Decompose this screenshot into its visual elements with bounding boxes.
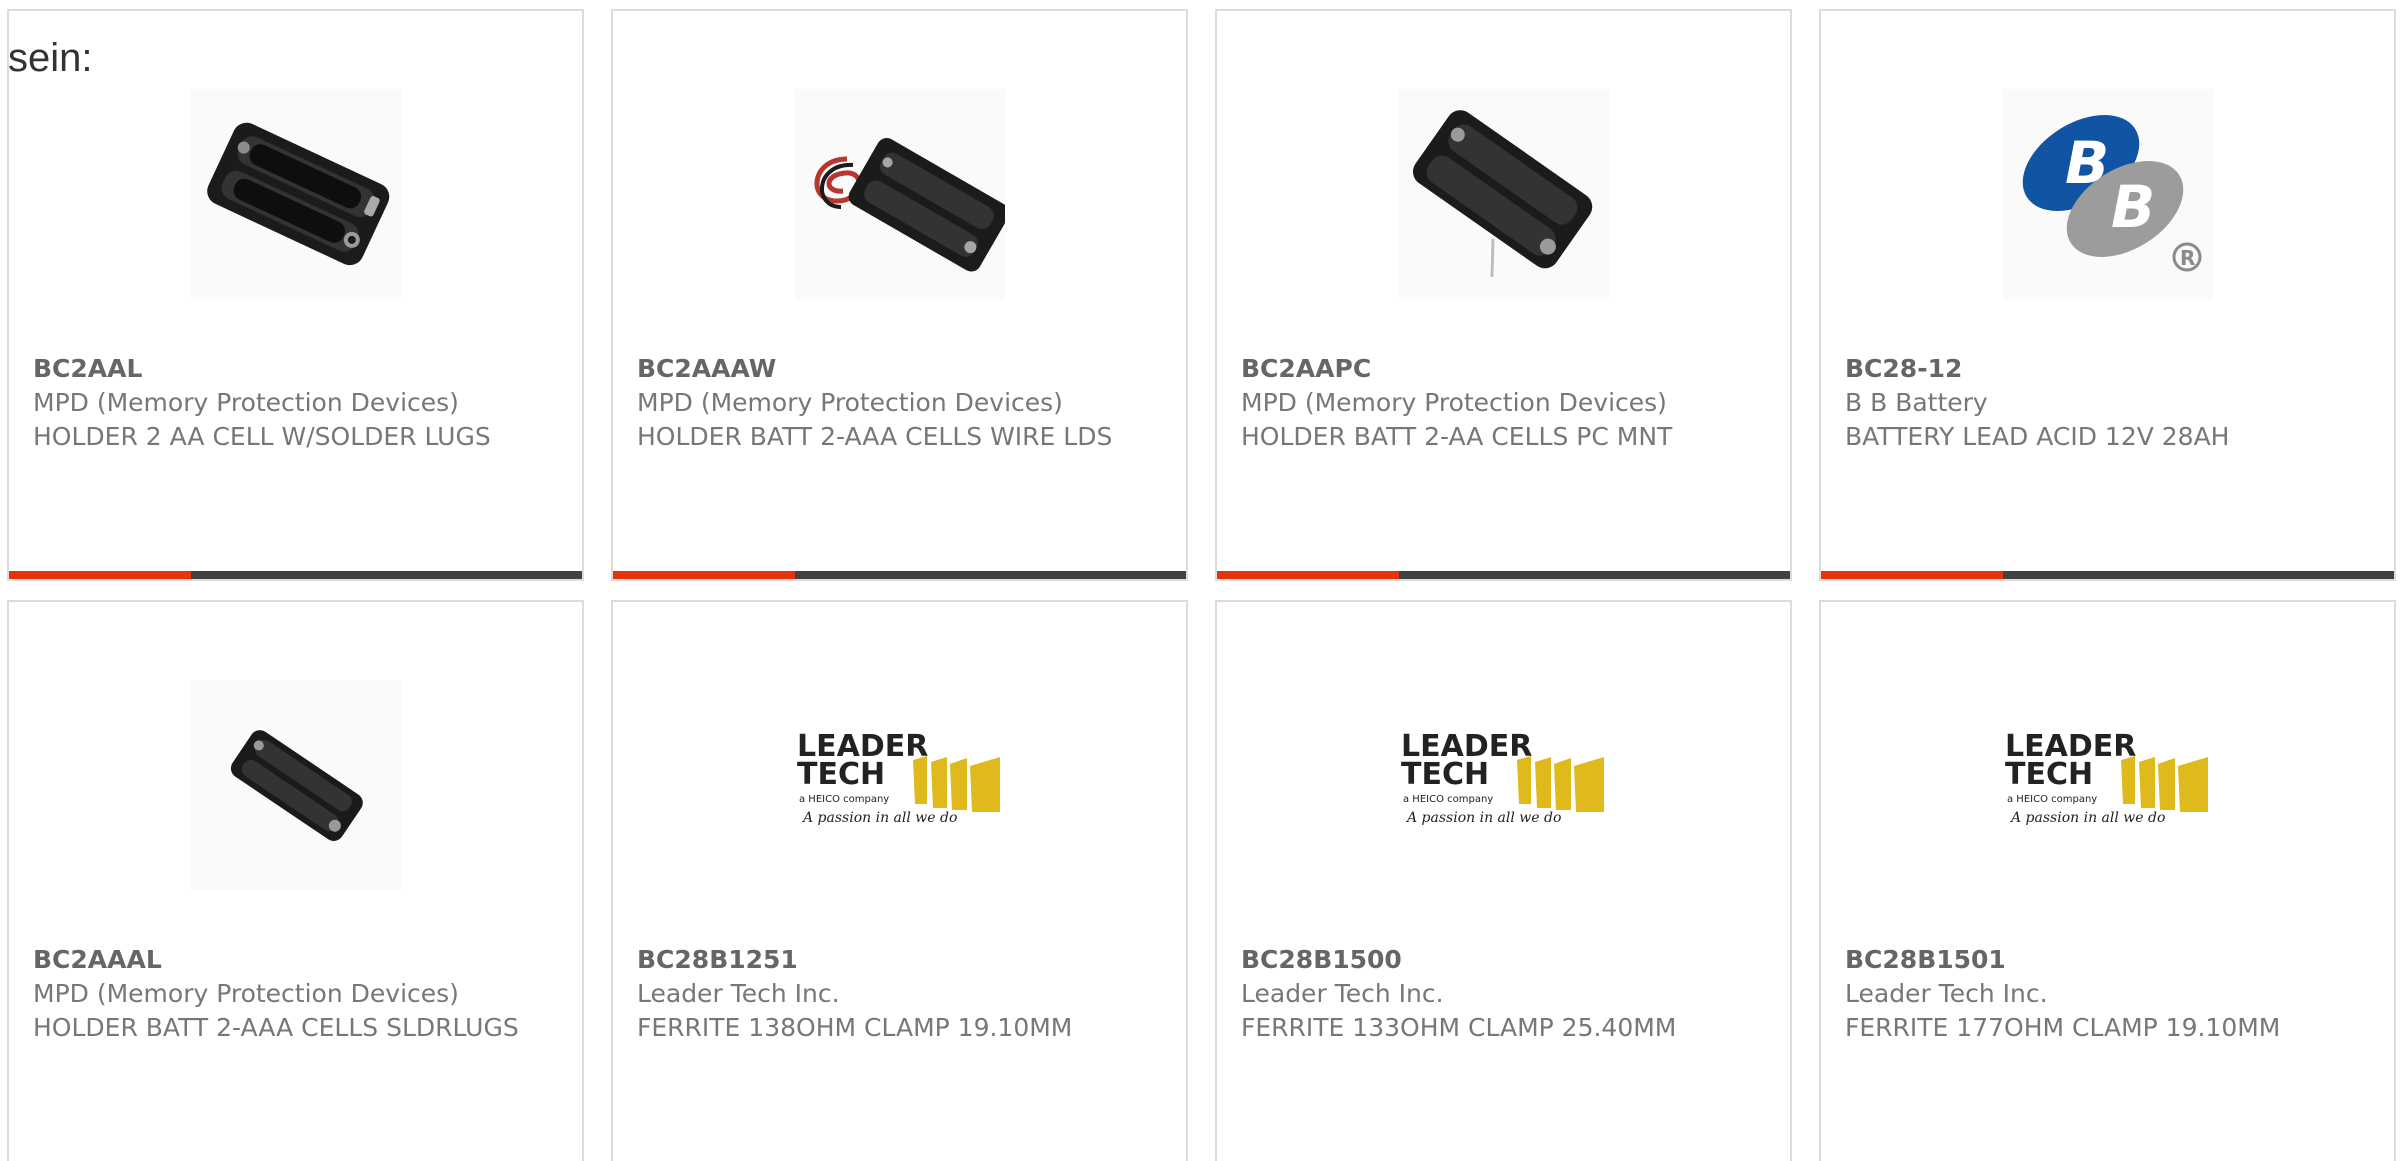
description: FERRITE 177OHM CLAMP 19.10MM	[1845, 1013, 2281, 1042]
card-bar	[1217, 571, 1790, 579]
manufacturer: MPD (Memory Protection Devices)	[637, 388, 1063, 417]
leader-tech-logo[interactable]: LEADER TECH a HEICO company A passion in…	[1399, 680, 1609, 890]
part-number-link[interactable]: BC28B1501	[1845, 943, 2365, 977]
svg-text:a HEICO company: a HEICO company	[799, 794, 889, 805]
product-card[interactable]: LEADER TECH a HEICO company A passion in…	[611, 600, 1188, 1161]
card-bar-accent	[1217, 571, 1399, 579]
battery-holder-2aa-icon[interactable]	[191, 89, 401, 299]
manufacturer: MPD (Memory Protection Devices)	[33, 979, 459, 1008]
svg-text:TECH: TECH	[2005, 757, 2093, 792]
battery-holder-wire-leads-icon[interactable]	[795, 89, 1005, 299]
product-card[interactable]: LEADER TECH a HEICO company A passion in…	[1215, 600, 1792, 1161]
svg-text:a HEICO company: a HEICO company	[2007, 794, 2097, 805]
card-bar-accent	[1821, 571, 2003, 579]
part-number-link[interactable]: BC28B1251	[637, 943, 1157, 977]
product-card[interactable]: LEADER TECH a HEICO company A passion in…	[1819, 600, 2396, 1161]
svg-text:a HEICO company: a HEICO company	[1403, 794, 1493, 805]
description: HOLDER BATT 2-AAA CELLS WIRE LDS	[637, 422, 1113, 451]
manufacturer: Leader Tech Inc.	[1845, 979, 2048, 1008]
description: BATTERY LEAD ACID 12V 28AH	[1845, 422, 2230, 451]
card-bar	[9, 571, 582, 579]
part-number-link[interactable]: BC2AAAL	[33, 943, 553, 977]
description: HOLDER BATT 2-AA CELLS PC MNT	[1241, 422, 1673, 451]
product-card[interactable]: BC2AAAL MPD (Memory Protection Devices) …	[7, 600, 584, 1161]
leader-tech-logo[interactable]: LEADER TECH a HEICO company A passion in…	[2003, 680, 2213, 890]
description: HOLDER 2 AA CELL W/SOLDER LUGS	[33, 422, 491, 451]
card-bar	[613, 571, 1186, 579]
product-card[interactable]: BC2AAAW MPD (Memory Protection Devices) …	[611, 9, 1188, 581]
part-number-link[interactable]: BC2AAL	[33, 352, 553, 386]
part-number-link[interactable]: BC2AAPC	[1241, 352, 1761, 386]
leader-tech-logo[interactable]: LEADER TECH a HEICO company A passion in…	[795, 680, 1005, 890]
card-bar-accent	[613, 571, 795, 579]
battery-holder-pc-mount-icon[interactable]	[1399, 89, 1609, 299]
svg-text:TECH: TECH	[1401, 757, 1489, 792]
battery-holder-2aaa-icon[interactable]	[191, 680, 401, 890]
card-bar-accent	[9, 571, 191, 579]
manufacturer: Leader Tech Inc.	[637, 979, 840, 1008]
svg-text:A passion in all we do: A passion in all we do	[1405, 810, 1561, 826]
description: FERRITE 133OHM CLAMP 25.40MM	[1241, 1013, 1677, 1042]
svg-text:B: B	[2065, 129, 2109, 197]
manufacturer: MPD (Memory Protection Devices)	[33, 388, 459, 417]
description: HOLDER BATT 2-AAA CELLS SLDRLUGS	[33, 1013, 519, 1042]
part-number-link[interactable]: BC28B1500	[1241, 943, 1761, 977]
manufacturer: B B Battery	[1845, 388, 1988, 417]
lead-text: sein:	[8, 36, 93, 80]
svg-text:A passion in all we do: A passion in all we do	[801, 810, 957, 826]
product-card[interactable]: BC2AAL MPD (Memory Protection Devices) H…	[7, 9, 584, 581]
part-number-link[interactable]: BC2AAAW	[637, 352, 1157, 386]
product-card[interactable]: B B R BC28-12 B B Battery BATTERY LEAD A…	[1819, 9, 2396, 581]
manufacturer: Leader Tech Inc.	[1241, 979, 1444, 1008]
part-number-link[interactable]: BC28-12	[1845, 352, 2365, 386]
manufacturer: MPD (Memory Protection Devices)	[1241, 388, 1667, 417]
svg-text:TECH: TECH	[797, 757, 885, 792]
svg-text:B: B	[2111, 173, 2155, 241]
svg-text:A passion in all we do: A passion in all we do	[2009, 810, 2165, 826]
card-bar	[1821, 571, 2394, 579]
product-card[interactable]: BC2AAPC MPD (Memory Protection Devices) …	[1215, 9, 1792, 581]
description: FERRITE 138OHM CLAMP 19.10MM	[637, 1013, 1073, 1042]
product-grid-page: sein: BC2AAL MPD (Memory Protection Devi…	[0, 0, 2400, 1161]
bb-battery-logo[interactable]: B B R	[2003, 89, 2213, 299]
svg-text:R: R	[2180, 246, 2195, 270]
